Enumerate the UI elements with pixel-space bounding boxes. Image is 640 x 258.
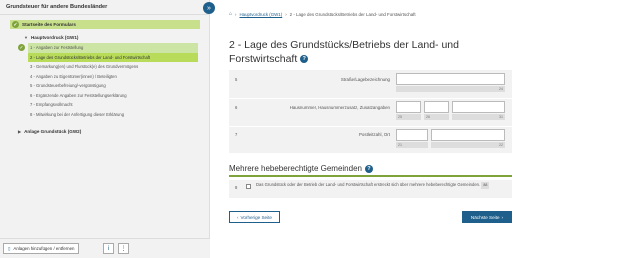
breadcrumb-current: 2 - Lage des Grundstücks/Betriebs der La… [289, 11, 416, 17]
add-attachments-button[interactable]: ▯ Anlagen hinzufügen / entfernen [3, 243, 80, 254]
info-button[interactable]: i [103, 243, 114, 254]
more-vertical-icon: ⋮ [120, 246, 127, 252]
panel-title: Grundsteuer für andere Bundesländer [6, 4, 108, 10]
nav-hauptvordruck[interactable]: ▼ Hauptvordruck (GW1) [24, 35, 78, 40]
field-label: Postleitzahl, Ort [359, 132, 390, 137]
char-counter: 22 [431, 142, 505, 148]
char-counter: 31 [452, 114, 505, 120]
section-underline [229, 175, 512, 177]
house-number-input[interactable] [396, 101, 421, 113]
row-number: 6 [235, 105, 238, 110]
nav-item-label: 8 - Mitwirkung bei der Anfertigung diese… [30, 111, 125, 117]
chevron-left-icon: ‹ [237, 214, 239, 220]
nav-item-label: 6 - Ergänzende Angaben zur Feststellungs… [30, 92, 127, 98]
section-title: Mehrere hebeberechtigte Gemeinden ? [229, 164, 373, 173]
field-label: Straße/Lagebezeichnung [340, 77, 390, 82]
app-root: Grundsteuer für andere Bundesländer ✓ St… [0, 0, 640, 258]
divider [229, 126, 512, 127]
next-page-button[interactable]: Nächste Seite › [462, 211, 512, 223]
breadcrumb: ⌂ › Hauptvordruck (GW1) › 2 - Lage des G… [229, 11, 416, 17]
previous-page-button[interactable]: ‹ Vorherige Seite [229, 211, 280, 223]
triangle-right-icon: ▶ [18, 129, 22, 134]
double-chevron-right-icon: » [207, 4, 211, 12]
nav-item-label: 5 - Grundsteuerbefreiung/-vergünstigung [30, 83, 106, 89]
nav-item-1[interactable]: 1 - Angaben zur Feststellung [28, 43, 198, 53]
nav-anlage-label: Anlage Grundstück (GW2) [24, 129, 82, 134]
home-icon[interactable]: ⌂ [229, 11, 232, 17]
chevron-right-icon: › [285, 11, 287, 17]
checkbox-label: Das Grundstück oder der Betrieb der Land… [256, 182, 501, 189]
field-label: Hausnummer, Hausnummerzusatz, Zusatzanga… [289, 105, 390, 110]
chevron-right-icon: › [235, 11, 237, 17]
nav-item-label: 1 - Angaben zur Feststellung [30, 45, 84, 51]
nav-item-3[interactable]: 3 - Gemarkung(en) und Flurstück(e) des G… [28, 62, 198, 72]
next-page-label: Nächste Seite [470, 214, 500, 220]
nav-hauptvordruck-label: Hauptvordruck (GW1) [30, 35, 79, 40]
additional-info-input[interactable] [452, 101, 505, 113]
nav-item-8[interactable]: 8 - Mitwirkung bei der Anfertigung diese… [28, 110, 198, 120]
street-input[interactable] [396, 73, 505, 85]
nav-item-4[interactable]: 4 - Angaben zu Eigentümer(innen) / Betei… [28, 72, 198, 82]
help-icon[interactable]: ? [364, 164, 373, 173]
row-number: 8 [235, 185, 238, 190]
nav-anlage-grundstueck[interactable]: ▶ Anlage Grundstück (GW2) [18, 129, 81, 134]
info-icon: i [107, 245, 110, 252]
add-attachments-label: Anlagen hinzufügen / entfernen [13, 246, 75, 251]
previous-page-label: Vorherige Seite [240, 214, 272, 220]
char-counter: 21 [396, 142, 428, 148]
left-navigation-panel: Grundsteuer für andere Bundesländer ✓ St… [0, 0, 210, 258]
nav-item-7[interactable]: 7 - Empfangsvollmacht [28, 100, 198, 110]
more-options-button[interactable]: ⋮ [118, 243, 129, 254]
nav-start-label: Startseite des Formulars [22, 22, 76, 27]
char-counter: 25 [396, 114, 421, 120]
nav-item-2[interactable]: 2 - Lage des Grundstücks/Betriebs der La… [28, 52, 198, 62]
section-title-text: Mehrere hebeberechtigte Gemeinden [229, 164, 362, 173]
city-input[interactable] [431, 129, 505, 141]
collapse-panel-button[interactable]: » [203, 2, 215, 14]
multiple-municipalities-checkbox[interactable] [246, 184, 251, 189]
check-icon: ✓ [12, 21, 19, 28]
page-title: 2 - Lage des Grundstücks/Betriebs der La… [229, 38, 519, 66]
nav-item-list: 1 - Angaben zur Feststellung 2 - Lage de… [28, 43, 198, 119]
page-title-text: 2 - Lage des Grundstücks/Betriebs der La… [229, 39, 459, 65]
checkbox-label-text: Das Grundstück oder der Betrieb der Land… [256, 182, 481, 187]
divider [0, 14, 210, 15]
breadcrumb-link[interactable]: Hauptvordruck (GW1) [240, 12, 283, 17]
nav-item-label: 3 - Gemarkung(en) und Flurstück(e) des G… [30, 64, 139, 70]
postal-code-input[interactable] [396, 129, 428, 141]
nav-item-label: 4 - Angaben zu Eigentümer(innen) / Betei… [30, 73, 117, 79]
nav-item-5[interactable]: 5 - Grundsteuerbefreiung/-vergünstigung [28, 81, 198, 91]
house-number-suffix-input[interactable] [424, 101, 449, 113]
row-number: 5 [235, 77, 238, 82]
divider [229, 98, 512, 99]
nav-item-6[interactable]: 6 - Ergänzende Angaben zur Feststellungs… [28, 91, 198, 101]
document-icon: ▯ [8, 245, 11, 251]
nav-item-label: 2 - Lage des Grundstücks/Betriebs der La… [30, 54, 151, 60]
char-counter: 24 [396, 86, 505, 92]
nav-item-label: 7 - Empfangsvollmacht [30, 102, 73, 108]
row-number: 7 [235, 132, 238, 137]
check-icon: ✓ [18, 44, 25, 51]
help-icon[interactable]: ? [300, 55, 309, 64]
nav-start-page[interactable]: ✓ Startseite des Formulars [10, 20, 200, 29]
triangle-down-icon: ▼ [24, 35, 28, 40]
chevron-right-icon: › [501, 214, 504, 220]
field-badge: 88 [481, 182, 490, 189]
char-counter: 26 [424, 114, 449, 120]
